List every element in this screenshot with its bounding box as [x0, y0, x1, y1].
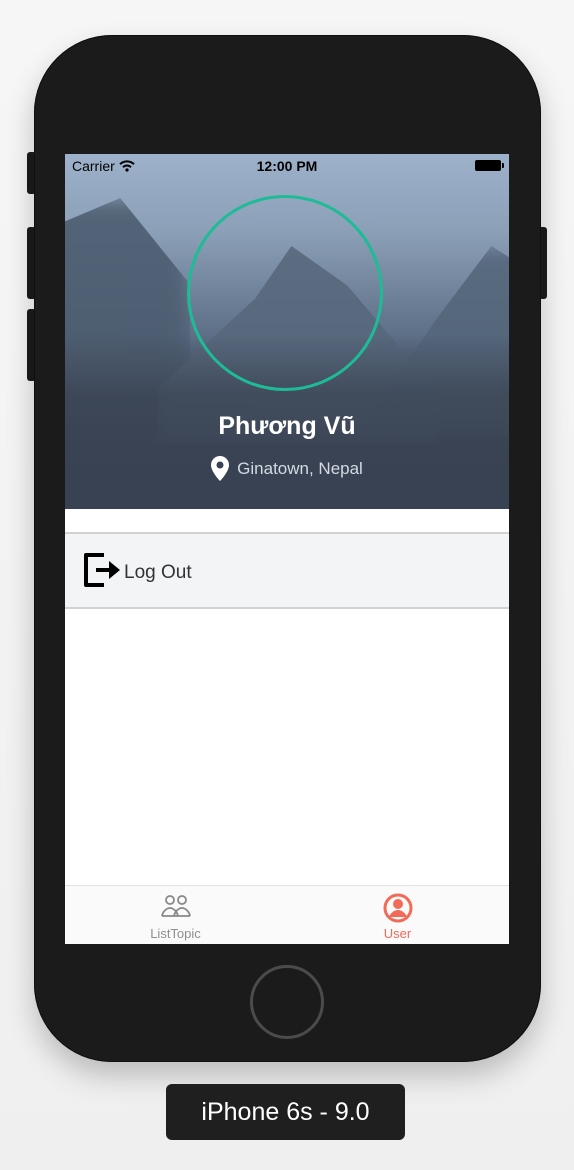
- users-icon: [160, 895, 191, 917]
- user-avatar-icon: [383, 893, 412, 923]
- location-text: Ginatown, Nepal: [237, 458, 363, 478]
- map-pin-icon: [211, 456, 230, 481]
- status-time: 12:00 PM: [256, 158, 318, 174]
- bottom-tab-bar: ListTopic User: [65, 885, 509, 944]
- status-bar: Carrier 12:00 PM: [65, 154, 509, 178]
- battery-icon: [475, 160, 504, 171]
- home-button[interactable]: [250, 965, 324, 1039]
- tab-listtopic[interactable]: ListTopic: [120, 886, 231, 944]
- avatar[interactable]: [187, 195, 383, 391]
- device-label: iPhone 6s - 9.0: [166, 1084, 405, 1140]
- tab-user-label: User: [383, 926, 412, 941]
- app-screen: Carrier 12:00 PM Phương Vũ Ginatown, Nep…: [65, 154, 509, 944]
- simulator-stage: Carrier 12:00 PM Phương Vũ Ginatown, Nep…: [0, 0, 574, 1170]
- logout-label: Log Out: [124, 562, 192, 583]
- logout-icon: [84, 553, 120, 587]
- profile-name: Phương Vũ: [218, 412, 356, 440]
- tab-listtopic-label: ListTopic: [150, 926, 201, 941]
- tab-user[interactable]: User: [342, 886, 453, 944]
- profile-location: Ginatown, Nepal: [65, 456, 509, 481]
- logout-menu-item[interactable]: Log Out: [65, 532, 509, 609]
